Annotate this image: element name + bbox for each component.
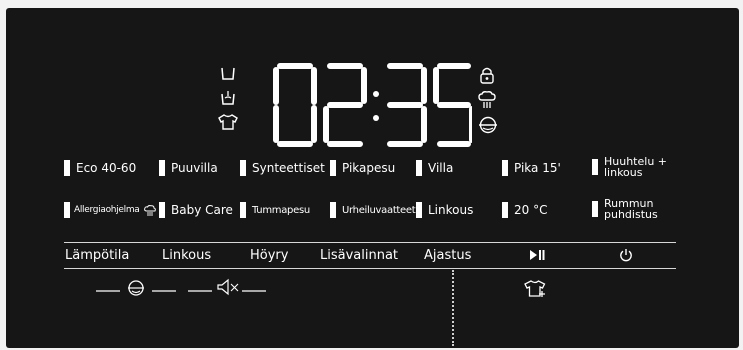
- steam-button[interactable]: Höyry: [250, 248, 288, 263]
- mute-icon: [188, 278, 268, 296]
- timer-dotted-line: [452, 270, 454, 346]
- program-led: [159, 202, 165, 218]
- program-led: [592, 159, 598, 175]
- program-tummapesu[interactable]: Tummapesu: [240, 202, 310, 218]
- program-huuhtelu-linkous[interactable]: Huuhtelu + linkous: [592, 156, 674, 178]
- program-led: [240, 160, 246, 176]
- program-led: [416, 160, 422, 176]
- program-label: Synteettiset: [252, 161, 325, 175]
- program-label: Puuvilla: [171, 161, 218, 175]
- program-label: Tummapesu: [252, 204, 310, 216]
- program-synteettiset[interactable]: Synteettiset: [240, 160, 325, 176]
- program-label: Rummun puhdistus: [604, 197, 658, 221]
- program-led: [502, 160, 508, 176]
- program-label: Pika 15': [514, 161, 561, 175]
- detergent-icon: [220, 67, 236, 81]
- program-baby-care[interactable]: Baby Care: [159, 202, 233, 218]
- drum-clean-indicator-icon: [96, 278, 176, 296]
- control-panel: Eco 40-60 Puuvilla Synteettiset Pikapesu…: [6, 8, 739, 348]
- timer-button[interactable]: Ajastus: [424, 248, 471, 263]
- drum-icon: [478, 116, 498, 134]
- prewash-icon: [220, 90, 236, 106]
- program-led: [592, 201, 598, 217]
- program-label: Linkous: [428, 203, 474, 217]
- program-label: Huuhtelu + linkous: [604, 155, 668, 179]
- lock-icon: [480, 66, 494, 84]
- program-puuvilla[interactable]: Puuvilla: [159, 160, 218, 176]
- program-label: Pikapesu: [342, 161, 396, 175]
- program-label: 20 °C: [514, 203, 548, 217]
- program-led: [240, 202, 246, 218]
- power-icon[interactable]: [619, 248, 633, 262]
- program-led: [502, 202, 508, 218]
- divider-top: [64, 242, 676, 243]
- program-label: Villa: [428, 161, 454, 175]
- spin-button[interactable]: Linkous: [162, 248, 211, 263]
- program-label: Allergiaohjelma: [74, 205, 140, 215]
- program-led: [330, 160, 336, 176]
- shirt-icon: [218, 114, 238, 130]
- shirt-plus-icon: [524, 280, 548, 298]
- program-label: Eco 40-60: [76, 161, 137, 175]
- program-rummun-puhdistus[interactable]: Rummun puhdistus: [592, 198, 674, 220]
- program-led: [64, 160, 70, 176]
- options-button[interactable]: Lisävalinnat: [320, 248, 398, 263]
- program-eco-40-60[interactable]: Eco 40-60: [64, 160, 136, 176]
- program-urheiluvaatteet[interactable]: Urheiluvaatteet: [330, 202, 416, 218]
- program-label: Baby Care: [171, 203, 233, 217]
- program-led: [64, 202, 70, 218]
- program-label: Urheiluvaatteet: [342, 204, 416, 216]
- program-pika-15[interactable]: Pika 15': [502, 160, 561, 176]
- temperature-button[interactable]: Lämpötila: [65, 248, 129, 263]
- program-led: [416, 202, 422, 218]
- steam-icon: [478, 91, 496, 109]
- program-pikapesu[interactable]: Pikapesu: [330, 160, 395, 176]
- program-allergiaohjelma[interactable]: Allergiaohjelma: [64, 202, 156, 218]
- program-linkous[interactable]: Linkous: [416, 202, 473, 218]
- program-villa[interactable]: Villa: [416, 160, 453, 176]
- program-led: [330, 202, 336, 218]
- program-led: [159, 160, 165, 176]
- program-20c[interactable]: 20 °C: [502, 202, 547, 218]
- time-display: [272, 60, 472, 150]
- divider-bottom: [64, 268, 676, 269]
- steam-small-icon: [143, 204, 156, 216]
- play-pause-icon[interactable]: [529, 249, 545, 261]
